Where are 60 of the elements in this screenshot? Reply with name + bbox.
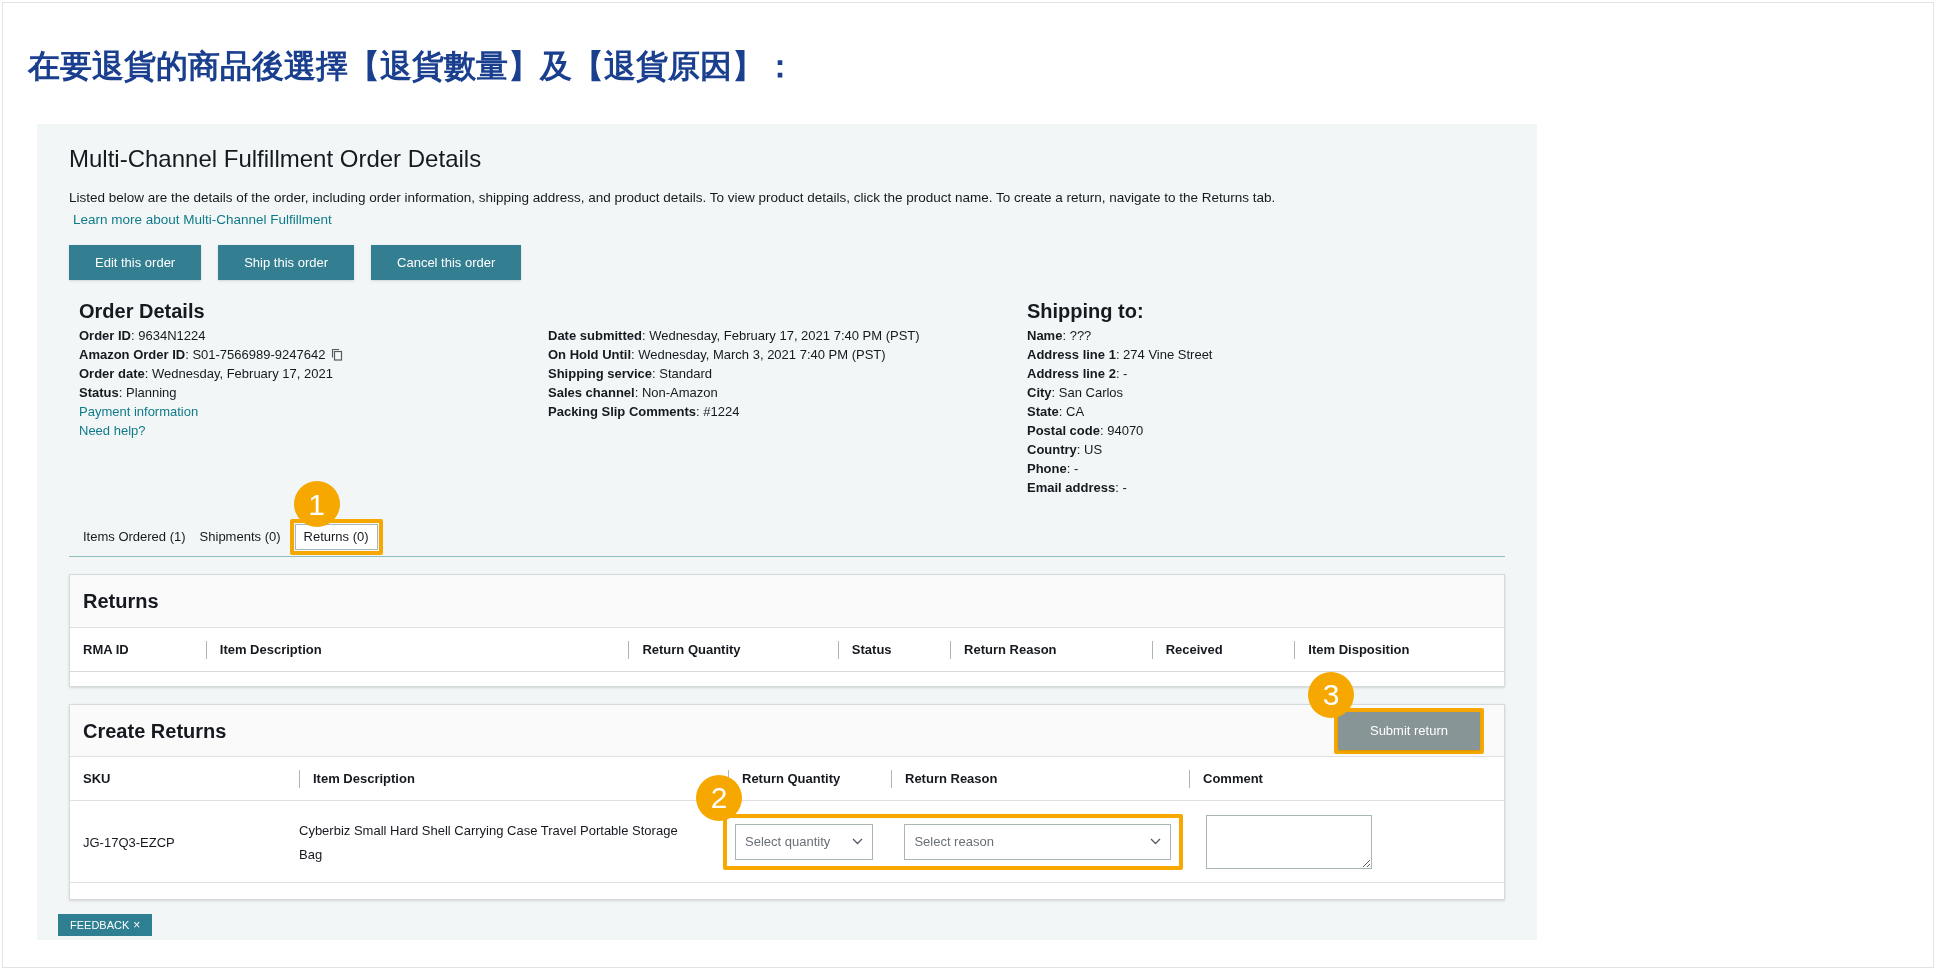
order-field: Shipping service: Standard — [548, 366, 713, 381]
column-header: SKU — [83, 769, 111, 788]
column-header: Item Description — [219, 640, 322, 659]
order-field: Order ID: 9634N1224 — [79, 326, 206, 345]
shipping-field: Country: US — [1027, 442, 1103, 457]
order-action-button[interactable]: Cancel this order — [371, 245, 522, 280]
table-cell: Cyberbiz Small Hard Shell Carrying Case Travel Portable Storage Bag — [299, 822, 678, 862]
column-header: Status — [851, 640, 892, 659]
order-field: Date submitted: Wednesday, February 17, 2021 7:40 PM (PST) — [548, 328, 920, 343]
column-header: Item Disposition — [1308, 640, 1410, 659]
learn-more-link[interactable]: Learn more about Multi-Channel Fulfillment — [73, 212, 332, 227]
feedback-label: FEEDBACK — [70, 917, 130, 933]
shipping-field: Address line 2: - — [1027, 366, 1128, 381]
shipping-field: Phone: - — [1027, 461, 1079, 476]
submit-return-button[interactable]: Submit return — [1338, 711, 1480, 750]
order-action-button[interactable]: Ship this order — [218, 245, 355, 280]
description-text: Listed below are the details of the order, including order information, shipping address, and product details. To view product details, click the product name. To create a return, navigate to the Returns tab. — [69, 189, 1277, 207]
shipping-field: Address line 1: 274 Vine Street — [1027, 347, 1213, 362]
section-title: Shipping to: — [1027, 299, 1145, 324]
comment-field[interactable] — [1206, 814, 1372, 869]
order-action-button[interactable]: Edit this order — [69, 245, 202, 280]
page-title: Multi-Channel Fulfillment Order Details — [69, 144, 483, 174]
column-header: Return Quantity — [642, 640, 741, 659]
shipping-field: State: CA — [1027, 404, 1085, 419]
shipping-field: Name: ??? — [1027, 328, 1092, 343]
column-header: Comment — [1203, 769, 1263, 788]
order-field: Status: Planning — [79, 383, 177, 402]
tab[interactable]: Returns (0) — [294, 524, 378, 550]
section-title: Order Details — [79, 299, 206, 324]
callout-number: 2 — [696, 774, 742, 821]
copy-icon[interactable] — [331, 348, 344, 361]
tab[interactable]: Shipments (0) — [192, 524, 288, 550]
tab[interactable]: Items Ordered (1) — [76, 524, 193, 550]
order-field: Order date: Wednesday, February 17, 2021 — [79, 364, 333, 383]
column-header: Return Quantity — [742, 769, 841, 788]
chevron-down-icon — [1150, 838, 1161, 845]
column-header: Return Reason — [964, 640, 1057, 659]
column-header: Item Description — [313, 769, 415, 788]
close-icon[interactable]: × — [133, 916, 141, 934]
quantity-select[interactable]: Select quantity — [735, 823, 874, 860]
shipping-field: Postal code: 94070 — [1027, 423, 1144, 438]
column-header: Return Reason — [905, 769, 998, 788]
section-title: Returns — [83, 589, 159, 614]
column-header: Received — [1165, 640, 1223, 659]
chevron-down-icon — [852, 838, 864, 845]
order-field: Packing Slip Comments: #1224 — [548, 404, 740, 419]
shipping-field: Email address: - — [1027, 480, 1127, 495]
order-link[interactable]: Need help? — [79, 423, 146, 438]
table-cell: JG-17Q3-EZCP — [83, 834, 175, 850]
feedback-tab[interactable]: FEEDBACK × — [58, 914, 153, 936]
column-header: RMA ID — [83, 640, 129, 659]
order-field: Sales channel: Non-Amazon — [548, 385, 718, 400]
order-field: Amazon Order ID: S01-7566989-9247642 — [79, 345, 326, 364]
shipping-field: City: San Carlos — [1027, 385, 1124, 400]
order-link[interactable]: Payment information — [79, 404, 199, 419]
section-title: Create Returns — [83, 718, 227, 744]
order-field: On Hold Until: Wednesday, March 3, 2021 7:40 PM (PST) — [548, 347, 886, 362]
reason-select[interactable]: Select reason — [904, 823, 1171, 860]
callout-number: 1 — [293, 481, 340, 527]
instruction-caption: 在要退貨的商品後選擇【退貨數量】及【退貨原因】： — [28, 46, 796, 87]
